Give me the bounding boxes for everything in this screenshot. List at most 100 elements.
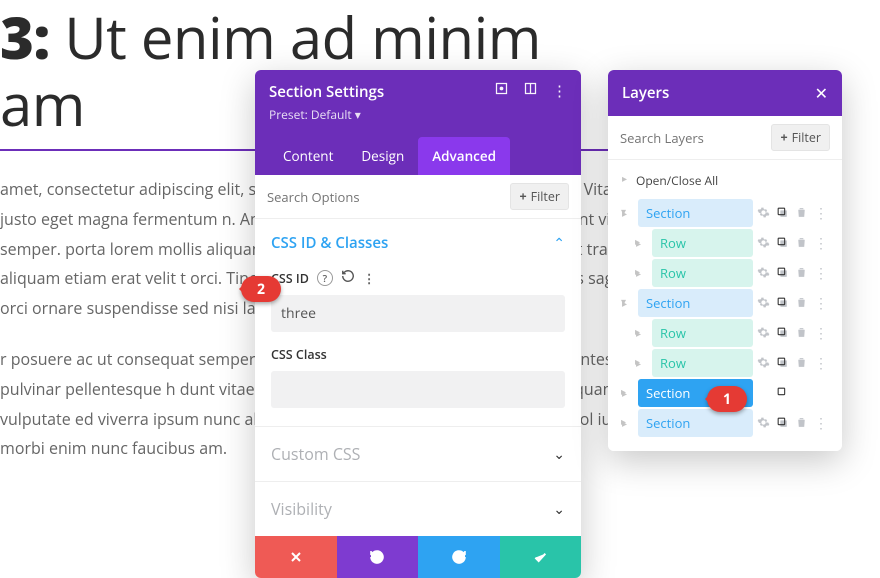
- expand-toggle-icon[interactable]: ▸: [630, 349, 648, 377]
- layer-row-section[interactable]: ▾Section ⋮: [616, 289, 834, 317]
- layers-filter-button[interactable]: Filter: [771, 124, 830, 151]
- redo-button[interactable]: [418, 536, 500, 578]
- tab-advanced[interactable]: Advanced: [418, 137, 510, 175]
- layer-name[interactable]: Row: [652, 349, 753, 377]
- settings-filter-button[interactable]: Filter: [510, 183, 569, 210]
- layer-name[interactable]: Row: [652, 229, 753, 257]
- chevron-down-icon: ⌄: [553, 445, 565, 464]
- heading-line2: am: [0, 64, 85, 143]
- layer-name[interactable]: Section: [638, 199, 753, 227]
- step-badge-2: 2: [241, 276, 281, 302]
- layer-name[interactable]: Row: [652, 259, 753, 287]
- css-id-label-row: CSS ID ? ⋮: [271, 269, 565, 287]
- close-icon[interactable]: ✕: [815, 82, 828, 104]
- duplicate-icon[interactable]: [776, 322, 789, 344]
- expand-toggle-icon[interactable]: ▾: [616, 199, 634, 227]
- more-icon[interactable]: ⋮: [814, 204, 828, 223]
- layer-name[interactable]: Row: [652, 319, 753, 347]
- duplicate-icon[interactable]: [776, 352, 789, 374]
- duplicate-icon[interactable]: [776, 382, 789, 404]
- layer-name[interactable]: Section: [638, 409, 753, 437]
- expand-toggle-icon[interactable]: ▸: [630, 259, 648, 287]
- gear-icon[interactable]: [757, 322, 770, 344]
- expand-icon[interactable]: [523, 81, 538, 101]
- gear-icon[interactable]: [757, 382, 770, 404]
- search-layers-input[interactable]: [620, 129, 757, 147]
- trash-icon[interactable]: [795, 322, 808, 344]
- expand-toggle-icon[interactable]: ▸: [630, 319, 648, 347]
- layer-row-row[interactable]: ▸Row ⋮: [616, 229, 834, 257]
- layer-row-row[interactable]: ▸Row ⋮: [616, 319, 834, 347]
- more-icon[interactable]: ⋮: [814, 264, 828, 283]
- tab-content[interactable]: Content: [269, 137, 347, 175]
- gear-icon[interactable]: [757, 232, 770, 254]
- layer-row-row[interactable]: ▸Row ⋮: [616, 349, 834, 377]
- save-button[interactable]: [500, 536, 582, 578]
- layer-item-icons: ⋮: [757, 292, 834, 314]
- layer-item-icons: ⋮: [757, 232, 834, 254]
- more-icon[interactable]: ⋮: [814, 234, 828, 253]
- trash-icon[interactable]: [795, 232, 808, 254]
- layer-name[interactable]: Section: [638, 289, 753, 317]
- settings-body: Filter CSS ID & Classes ⌃ CSS ID ? ⋮ CSS…: [255, 175, 581, 536]
- trash-icon[interactable]: [795, 292, 808, 314]
- visibility-label: Visibility: [271, 498, 332, 520]
- expand-toggle-icon[interactable]: ▸: [630, 229, 648, 257]
- tab-design[interactable]: Design: [347, 137, 418, 175]
- css-id-classes-header[interactable]: CSS ID & Classes ⌃: [255, 219, 581, 259]
- layer-item-icons: ⋮: [757, 412, 834, 434]
- layer-row-section[interactable]: ▾Section ⋮: [616, 199, 834, 227]
- trash-icon[interactable]: [795, 382, 808, 404]
- more-icon[interactable]: ⋮: [814, 294, 828, 313]
- open-close-all[interactable]: Open/Close All: [616, 164, 834, 197]
- layer-row-section[interactable]: ▸Section ⋮: [616, 409, 834, 437]
- preset-selector[interactable]: Preset: Default ▾: [269, 106, 567, 123]
- gear-icon[interactable]: [757, 352, 770, 374]
- trash-icon[interactable]: [795, 262, 808, 284]
- custom-css-toggle[interactable]: Custom CSS ⌄: [255, 427, 581, 481]
- duplicate-icon[interactable]: [776, 262, 789, 284]
- more-icon[interactable]: ⋮: [814, 324, 828, 343]
- layer-item-icons: ⋮: [757, 262, 834, 284]
- more-icon[interactable]: ⋮: [552, 81, 567, 101]
- field-more-icon[interactable]: ⋮: [363, 270, 375, 287]
- help-icon[interactable]: ?: [317, 270, 333, 286]
- duplicate-icon[interactable]: [776, 232, 789, 254]
- css-id-input[interactable]: [271, 295, 565, 332]
- trash-icon[interactable]: [795, 202, 808, 224]
- css-class-input[interactable]: [271, 371, 565, 408]
- responsive-icon[interactable]: [494, 81, 509, 101]
- chevron-up-icon: ⌃: [553, 234, 565, 253]
- cancel-button[interactable]: [255, 536, 337, 578]
- step-badge-1: 1: [707, 386, 747, 412]
- chevron-down-icon: ⌄: [553, 500, 565, 519]
- trash-icon[interactable]: [795, 352, 808, 374]
- gear-icon[interactable]: [757, 262, 770, 284]
- reset-icon[interactable]: [341, 269, 355, 287]
- heading-rest: Ut enim ad minim: [50, 0, 541, 76]
- duplicate-icon[interactable]: [776, 202, 789, 224]
- settings-tabs: Content Design Advanced: [269, 137, 567, 175]
- visibility-toggle[interactable]: Visibility ⌄: [255, 482, 581, 536]
- layer-row-row[interactable]: ▸Row ⋮: [616, 259, 834, 287]
- layer-item-icons: ⋮: [757, 202, 834, 224]
- undo-button[interactable]: [337, 536, 419, 578]
- search-options-input[interactable]: [267, 188, 463, 206]
- duplicate-icon[interactable]: [776, 412, 789, 434]
- more-icon[interactable]: ⋮: [814, 414, 828, 433]
- more-icon[interactable]: ⋮: [814, 384, 828, 403]
- expand-toggle-icon[interactable]: ▸: [616, 379, 634, 407]
- expand-toggle-icon[interactable]: ▾: [616, 289, 634, 317]
- trash-icon[interactable]: [795, 412, 808, 434]
- gear-icon[interactable]: [757, 292, 770, 314]
- css-class-group: CSS Class: [255, 336, 581, 412]
- settings-search-row: Filter: [255, 175, 581, 219]
- css-id-group: CSS ID ? ⋮: [255, 259, 581, 336]
- custom-css-label: Custom CSS: [271, 443, 360, 465]
- gear-icon[interactable]: [757, 202, 770, 224]
- duplicate-icon[interactable]: [776, 292, 789, 314]
- gear-icon[interactable]: [757, 412, 770, 434]
- section-settings-panel: Section Settings Preset: Default ▾ ⋮ Con…: [255, 70, 581, 578]
- expand-toggle-icon[interactable]: ▸: [616, 409, 634, 437]
- more-icon[interactable]: ⋮: [814, 354, 828, 373]
